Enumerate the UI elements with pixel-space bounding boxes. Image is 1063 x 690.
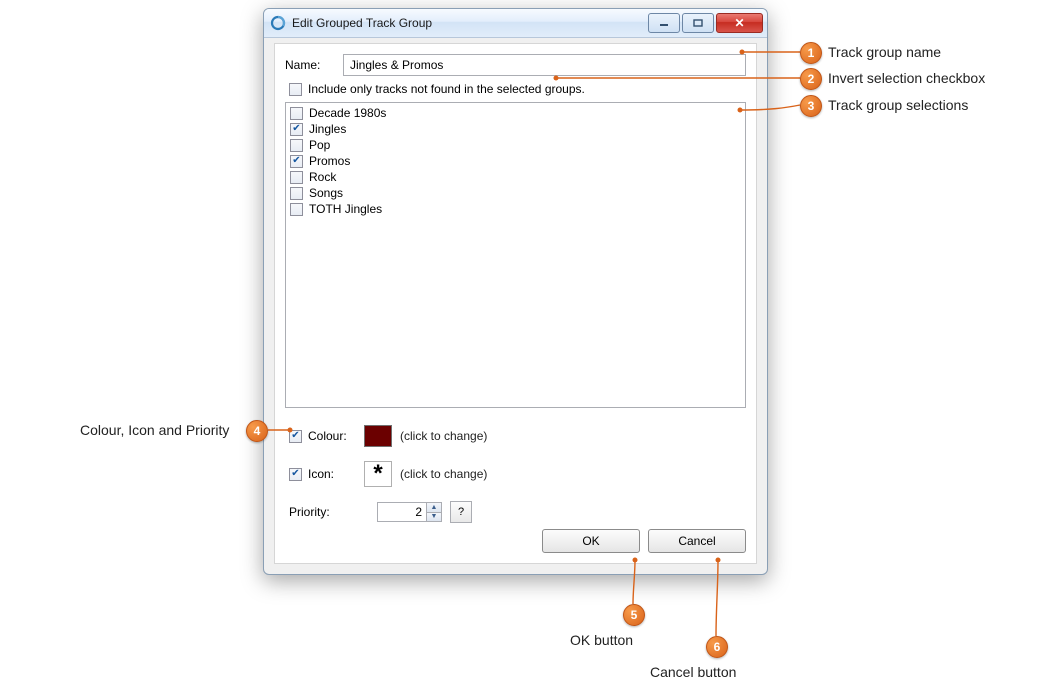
- group-label: TOTH Jingles: [309, 202, 382, 216]
- icon-preview[interactable]: *: [364, 461, 392, 487]
- cancel-button[interactable]: Cancel: [648, 529, 746, 553]
- callout-5: 5: [623, 604, 645, 626]
- list-item[interactable]: Songs: [290, 185, 741, 201]
- group-label: Songs: [309, 186, 343, 200]
- colour-label: Colour:: [308, 429, 364, 443]
- group-checkbox[interactable]: [290, 187, 303, 200]
- colour-row: Colour: (click to change): [289, 422, 746, 450]
- group-label: Decade 1980s: [309, 106, 386, 120]
- colour-hint: (click to change): [400, 429, 487, 443]
- group-checkbox[interactable]: [290, 107, 303, 120]
- priority-help-button[interactable]: ?: [450, 501, 472, 523]
- maximize-button[interactable]: [682, 13, 714, 33]
- priority-input[interactable]: [377, 502, 427, 522]
- group-checkbox[interactable]: [290, 155, 303, 168]
- dialog-buttons: OK Cancel: [542, 529, 746, 553]
- group-label: Jingles: [309, 122, 346, 136]
- callout-6: 6: [706, 636, 728, 658]
- priority-up-button[interactable]: ▲: [427, 502, 442, 512]
- group-label: Rock: [309, 170, 336, 184]
- callout-3: 3: [800, 95, 822, 117]
- track-group-name-input[interactable]: [343, 54, 746, 76]
- callout-1: 1: [800, 42, 822, 64]
- close-icon: ✕: [734, 16, 744, 30]
- group-checkbox[interactable]: [290, 171, 303, 184]
- list-item[interactable]: Jingles: [290, 121, 741, 137]
- priority-label: Priority:: [289, 505, 377, 519]
- name-row: Name:: [285, 54, 746, 76]
- window-title: Edit Grouped Track Group: [292, 16, 646, 30]
- list-item[interactable]: Rock: [290, 169, 741, 185]
- callout-2: 2: [800, 68, 822, 90]
- group-checkbox[interactable]: [290, 123, 303, 136]
- callout-6-label: Cancel button: [650, 664, 736, 680]
- icon-row: Icon: * (click to change): [289, 460, 746, 488]
- icon-label: Icon:: [308, 467, 364, 481]
- callout-4-label: Colour, Icon and Priority: [80, 422, 229, 438]
- priority-stepper: ▲ ▼: [377, 502, 442, 522]
- minimize-button[interactable]: [648, 13, 680, 33]
- list-item[interactable]: Promos: [290, 153, 741, 169]
- callout-3-label: Track group selections: [828, 97, 968, 113]
- icon-checkbox[interactable]: [289, 468, 302, 481]
- client-area: Name: Include only tracks not found in t…: [274, 43, 757, 564]
- colour-swatch[interactable]: [364, 425, 392, 447]
- callout-1-label: Track group name: [828, 44, 941, 60]
- callout-2-label: Invert selection checkbox: [828, 70, 985, 86]
- invert-selection-row: Include only tracks not found in the sel…: [289, 82, 746, 96]
- group-checkbox[interactable]: [290, 139, 303, 152]
- list-item[interactable]: Pop: [290, 137, 741, 153]
- callout-5-label: OK button: [570, 632, 633, 648]
- ok-button[interactable]: OK: [542, 529, 640, 553]
- group-label: Pop: [309, 138, 330, 152]
- list-item[interactable]: Decade 1980s: [290, 105, 741, 121]
- close-button[interactable]: ✕: [716, 13, 763, 33]
- icon-hint: (click to change): [400, 467, 487, 481]
- titlebar[interactable]: Edit Grouped Track Group ✕: [264, 9, 767, 38]
- options-section: Colour: (click to change) Icon: * (click…: [289, 422, 746, 526]
- priority-row: Priority: ▲ ▼ ?: [289, 498, 746, 526]
- track-groups-listbox[interactable]: Decade 1980s Jingles Pop Promos Rock Songs TOT…: [285, 102, 746, 408]
- callout-4: 4: [246, 420, 268, 442]
- colour-checkbox[interactable]: [289, 430, 302, 443]
- edit-track-group-dialog: Edit Grouped Track Group ✕ Name: Include…: [263, 8, 768, 575]
- group-label: Promos: [309, 154, 350, 168]
- group-checkbox[interactable]: [290, 203, 303, 216]
- app-icon: [270, 15, 286, 31]
- list-item[interactable]: TOTH Jingles: [290, 201, 741, 217]
- priority-down-button[interactable]: ▼: [427, 512, 442, 523]
- name-label: Name:: [285, 58, 343, 72]
- invert-selection-label: Include only tracks not found in the sel…: [308, 82, 585, 96]
- invert-selection-checkbox[interactable]: [289, 83, 302, 96]
